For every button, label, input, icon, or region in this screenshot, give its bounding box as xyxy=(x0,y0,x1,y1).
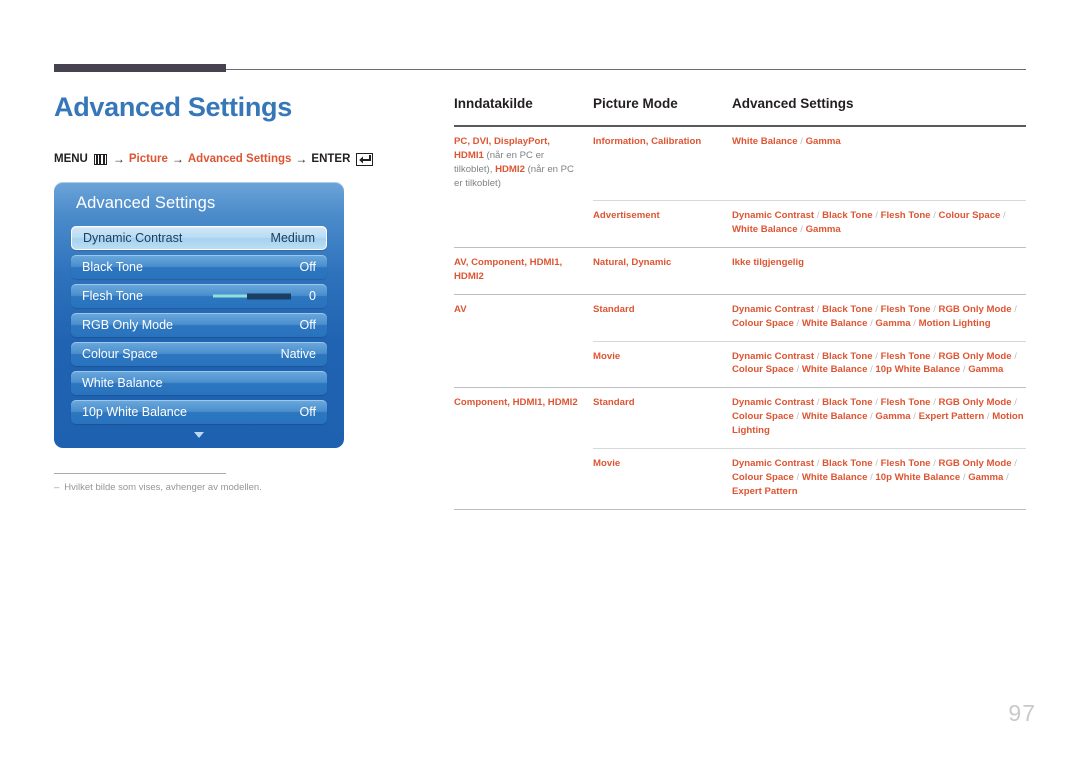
column-header-advanced-settings: Advanced Settings xyxy=(732,96,854,111)
cell-picture-mode: Standard xyxy=(593,293,732,342)
menu-grid-icon xyxy=(93,153,107,165)
osd-item-label: Dynamic Contrast xyxy=(83,231,183,245)
page-title: Advanced Settings xyxy=(54,92,292,122)
header-rule-thick xyxy=(54,64,226,72)
spec-table-body: PC, DVI, DisplayPort, HDMI1 (når en PC e… xyxy=(454,125,1026,510)
cell-advanced-settings: Dynamic Contrast / Black Tone / Flesh To… xyxy=(732,293,1026,342)
cell-input-source: Component, HDMI1, HDMI2 xyxy=(454,387,593,449)
osd-item-label: RGB Only Mode xyxy=(82,318,174,332)
footnote-dash: – xyxy=(54,482,60,493)
header-rule-thin xyxy=(226,69,1026,70)
page-number: 97 xyxy=(1008,700,1036,726)
osd-item-value: Medium xyxy=(270,231,315,245)
chevron-down-icon[interactable] xyxy=(194,432,204,438)
cell-picture-mode: Natural, Dynamic xyxy=(593,246,732,295)
table-row: Advertisement Dynamic Contrast / Black To… xyxy=(454,200,1026,248)
osd-item-10p-white-balance[interactable]: 10p White Balance Off xyxy=(71,400,327,424)
column-header-picture-mode: Picture Mode xyxy=(593,96,678,111)
osd-item-slider[interactable] xyxy=(213,293,291,300)
spacer-cell xyxy=(454,509,593,510)
cell-input-source xyxy=(454,341,593,388)
cell-advanced-settings: Dynamic Contrast / Black Tone / Flesh To… xyxy=(732,387,1026,449)
cell-advanced-settings: Dynamic Contrast / Black Tone / Flesh To… xyxy=(732,448,1026,510)
osd-menu-list: Dynamic Contrast Medium Black Tone Off Flesh… xyxy=(71,226,327,429)
spec-table-header-row: Inndatakilde Picture Mode Advanced Setti… xyxy=(454,96,1026,126)
table-row: AV, Component, HDMI1, HDMI2 Natural, Dyna… xyxy=(454,246,1026,295)
table-row: Movie Dynamic Contrast / Black Tone / Fle… xyxy=(454,340,1026,388)
cell-advanced-settings: Dynamic Contrast / Black Tone / Flesh To… xyxy=(732,340,1026,388)
cell-picture-mode: Standard xyxy=(593,387,732,449)
osd-preview-panel: Advanced Settings Dynamic Contrast Medium… xyxy=(54,182,344,448)
footnote-text: Hvilket bilde som vises, avhenger av mod… xyxy=(64,482,262,493)
osd-panel-title: Advanced Settings xyxy=(76,194,216,212)
osd-item-label: Black Tone xyxy=(82,260,143,274)
osd-item-value: Native xyxy=(280,347,316,361)
cell-advanced-settings: Ikke tilgjengelig xyxy=(732,246,1026,295)
cell-input-source xyxy=(454,449,593,510)
cell-picture-mode: Movie xyxy=(593,448,732,510)
cell-advanced-settings: Dynamic Contrast / Black Tone / Flesh To… xyxy=(732,200,1026,248)
menu-path-breadcrumb: MENU → Picture → Advanced Settings → ENT… xyxy=(54,152,374,166)
spec-table-head: Inndatakilde Picture Mode Advanced Setti… xyxy=(454,96,1026,126)
cell-advanced-settings: White Balance / Gamma xyxy=(732,125,1026,201)
cell-picture-mode: Information, Calibration xyxy=(593,125,732,201)
cell-picture-mode: Movie xyxy=(593,340,732,388)
osd-item-rgb-only-mode[interactable]: RGB Only Mode Off xyxy=(71,313,327,337)
osd-item-black-tone[interactable]: Black Tone Off xyxy=(71,255,327,279)
osd-item-label: Colour Space xyxy=(82,347,158,361)
path-step-advanced-settings: Advanced Settings xyxy=(187,153,292,165)
osd-item-white-balance[interactable]: White Balance xyxy=(71,371,327,395)
cell-input-source: PC, DVI, DisplayPort, HDMI1 (når en PC e… xyxy=(454,125,593,201)
cell-input-source: AV, Component, HDMI1, HDMI2 xyxy=(454,246,593,295)
table-row: Movie Dynamic Contrast / Black Tone / Fle… xyxy=(454,448,1026,510)
path-arrow-3: → xyxy=(295,152,308,166)
osd-item-value: Off xyxy=(299,260,316,274)
osd-item-value: Off xyxy=(299,318,316,332)
table-row: PC, DVI, DisplayPort, HDMI1 (når en PC e… xyxy=(454,125,1026,201)
osd-item-label: Flesh Tone xyxy=(82,289,143,303)
column-header-input-source: Inndatakilde xyxy=(454,96,533,111)
menu-button-label: MENU xyxy=(54,153,88,165)
cell-input-source xyxy=(454,201,593,248)
spacer-cell xyxy=(732,509,1026,510)
spec-table: Inndatakilde Picture Mode Advanced Setti… xyxy=(454,96,1026,510)
table-row: Component, HDMI1, HDMI2 Standard Dynamic C… xyxy=(454,387,1026,449)
enter-return-icon xyxy=(356,152,374,166)
osd-item-value: Off xyxy=(299,405,316,419)
path-arrow-2: → xyxy=(171,152,184,166)
osd-item-value: 0 xyxy=(309,289,316,303)
table-bottom-rule xyxy=(454,509,1026,510)
footnote: – Hvilket bilde som vises, avhenger av mo… xyxy=(54,482,262,493)
path-step-picture: Picture xyxy=(128,153,168,165)
path-arrow-1: → xyxy=(112,152,125,166)
osd-item-label: White Balance xyxy=(82,376,163,390)
spacer-cell xyxy=(593,509,732,510)
osd-item-colour-space[interactable]: Colour Space Native xyxy=(71,342,327,366)
osd-item-flesh-tone[interactable]: Flesh Tone 0 xyxy=(71,284,327,308)
spec-table-container: Inndatakilde Picture Mode Advanced Setti… xyxy=(454,96,1026,510)
footnote-rule xyxy=(54,473,226,474)
enter-button-label: ENTER xyxy=(311,153,351,165)
osd-item-dynamic-contrast[interactable]: Dynamic Contrast Medium xyxy=(71,226,327,250)
cell-input-source: AV xyxy=(454,293,593,342)
osd-item-label: 10p White Balance xyxy=(82,405,187,419)
table-row: AV Standard Dynamic Contrast / Black Tone … xyxy=(454,293,1026,342)
cell-picture-mode: Advertisement xyxy=(593,200,732,248)
